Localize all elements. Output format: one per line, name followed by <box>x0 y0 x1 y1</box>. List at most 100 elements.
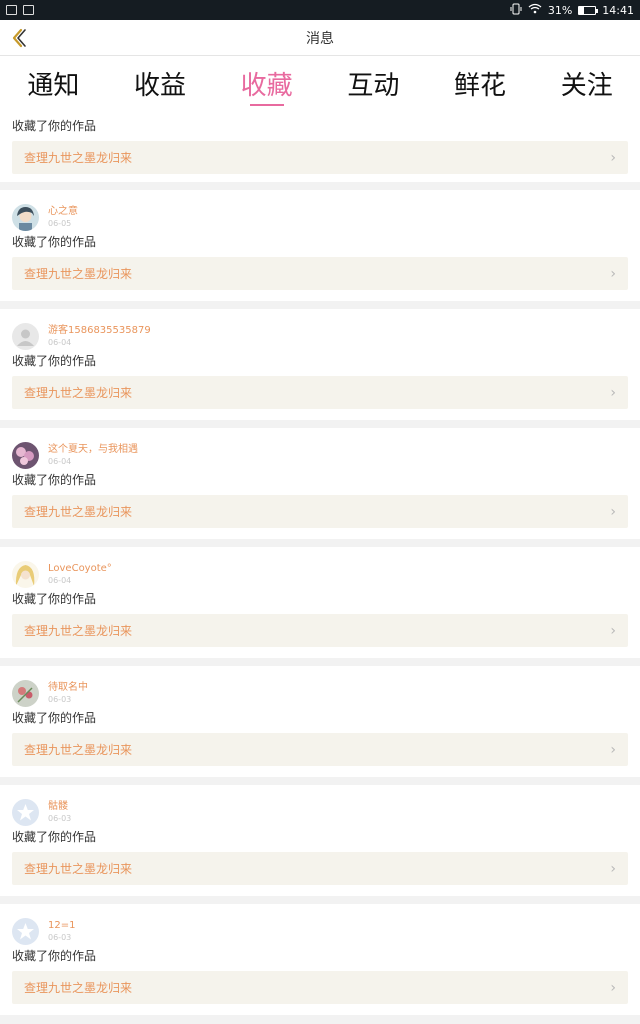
tab-label: 通知 <box>27 70 80 101</box>
tab-label: 互动 <box>347 70 400 101</box>
work-link[interactable]: 查理九世之墨龙归来 › <box>12 495 628 528</box>
username[interactable]: 心之意 <box>48 206 78 218</box>
message-list: 收藏了你的作品 查理九世之墨龙归来 › 心之意 06-05 收藏了你的作品 查理九世之… <box>0 110 640 1023</box>
clock: 14:41 <box>602 3 634 17</box>
avatar[interactable] <box>12 203 39 231</box>
action-text: 收藏了你的作品 <box>12 949 97 963</box>
user-info: 12=1 06-03 <box>48 920 75 943</box>
tab-4[interactable]: 鲜花 <box>427 56 534 110</box>
keyboard-icon <box>23 5 34 15</box>
chevron-right-icon: › <box>610 149 616 166</box>
date: 06-03 <box>48 813 72 823</box>
tab-bar: 通知 收益 收藏 互动 鲜花 关注 <box>0 56 640 110</box>
user-info: 骷髅 06-03 <box>48 801 71 824</box>
work-title: 查理九世之墨龙归来 <box>24 505 133 519</box>
work-title: 查理九世之墨龙归来 <box>24 267 133 281</box>
action-text: 收藏了你的作品 <box>12 354 97 368</box>
tab-0[interactable]: 通知 <box>0 56 107 110</box>
user-row[interactable]: LoveCoyote° 06-04 <box>12 547 628 589</box>
action-text: 收藏了你的作品 <box>12 473 97 487</box>
list-item: 12=1 06-03 收藏了你的作品查理九世之墨龙归来 › <box>0 904 640 1015</box>
tab-5[interactable]: 关注 <box>533 56 640 110</box>
work-link[interactable]: 查理九世之墨龙归来 › <box>12 614 628 647</box>
tab-label: 收益 <box>134 70 187 101</box>
action-text: 收藏了你的作品 <box>12 235 97 249</box>
action-text: 收藏了你的作品 <box>12 119 97 133</box>
user-row[interactable]: 这个夏天，与我相遇 06-04 <box>12 428 628 470</box>
work-link[interactable]: 查理九世之墨龙归来 › <box>12 257 628 290</box>
user-row[interactable]: 骷髅 06-03 <box>12 785 628 827</box>
user-row[interactable]: 游客1586835535879 06-04 <box>12 309 628 351</box>
work-title: 查理九世之墨龙归来 <box>24 151 133 165</box>
username[interactable]: 骷髅 <box>48 801 71 813</box>
username[interactable]: 游客1586835535879 <box>48 325 151 337</box>
user-info: 游客1586835535879 06-04 <box>48 325 151 348</box>
chevron-right-icon: › <box>610 384 616 401</box>
battery-percent: 31% <box>547 3 573 17</box>
tab-1[interactable]: 收益 <box>107 56 214 110</box>
user-info: 这个夏天，与我相遇 06-04 <box>48 444 138 467</box>
chevron-right-icon: › <box>610 265 616 282</box>
date: 06-03 <box>48 694 72 704</box>
username[interactable]: 12=1 <box>48 920 75 932</box>
chevron-right-icon: › <box>610 503 616 520</box>
work-link[interactable]: 查理九世之墨龙归来 › <box>12 852 628 885</box>
tab-label: 收藏 <box>240 70 293 101</box>
user-row[interactable]: 心之意 06-05 <box>12 190 628 232</box>
chevron-left-icon <box>12 28 26 48</box>
list-item: 游客1586835535879 06-04 收藏了你的作品查理九世之墨龙归来 › <box>0 309 640 420</box>
list-item: 待取名中 06-03 收藏了你的作品查理九世之墨龙归来 › <box>0 666 640 777</box>
tab-label: 鲜花 <box>454 70 507 101</box>
work-link[interactable]: 查理九世之墨龙归来 › <box>12 733 628 766</box>
work-title: 查理九世之墨龙归来 <box>24 981 133 995</box>
work-link[interactable]: 查理九世之墨龙归来 › <box>12 376 628 409</box>
gallery-icon <box>6 5 17 15</box>
avatar[interactable] <box>12 441 39 469</box>
tab-3[interactable]: 互动 <box>320 56 427 110</box>
date: 06-04 <box>48 337 72 347</box>
date: 06-04 <box>48 456 72 466</box>
back-button[interactable] <box>8 26 30 50</box>
user-info: 待取名中 06-03 <box>48 682 88 705</box>
user-info: 心之意 06-05 <box>48 206 78 229</box>
username[interactable]: 这个夏天，与我相遇 <box>48 444 138 456</box>
username[interactable]: 待取名中 <box>48 682 88 694</box>
page-title: 消息 <box>306 30 334 47</box>
list-item: 骷髅 06-03 收藏了你的作品查理九世之墨龙归来 › <box>0 785 640 896</box>
avatar[interactable] <box>12 798 39 826</box>
work-title: 查理九世之墨龙归来 <box>24 386 133 400</box>
list-item: 这个夏天，与我相遇 06-04 收藏了你的作品查理九世之墨龙归来 › <box>0 428 640 539</box>
tab-label: 关注 <box>560 70 613 101</box>
avatar[interactable] <box>12 679 39 707</box>
wifi-icon <box>528 3 542 17</box>
work-link[interactable]: 查理九世之墨龙归来 › <box>12 141 628 174</box>
list-item: 心之意 06-05 收藏了你的作品查理九世之墨龙归来 › <box>0 190 640 301</box>
avatar[interactable] <box>12 322 39 350</box>
chevron-right-icon: › <box>610 741 616 758</box>
vibrate-icon <box>510 3 522 18</box>
avatar[interactable] <box>12 560 39 588</box>
chevron-right-icon: › <box>610 979 616 996</box>
battery-icon <box>578 5 599 15</box>
work-title: 查理九世之墨龙归来 <box>24 862 133 876</box>
date: 06-04 <box>48 575 72 585</box>
status-bar: 31% 14:41 <box>0 0 640 20</box>
date: 06-05 <box>48 218 72 228</box>
list-item: 收藏了你的作品 查理九世之墨龙归来 › <box>0 110 640 182</box>
username[interactable]: LoveCoyote° <box>48 563 112 575</box>
user-row[interactable]: 12=1 06-03 <box>12 904 628 946</box>
action-text: 收藏了你的作品 <box>12 711 97 725</box>
work-title: 查理九世之墨龙归来 <box>24 743 133 757</box>
chevron-right-icon: › <box>610 860 616 877</box>
tab-2[interactable]: 收藏 <box>213 56 320 110</box>
date: 06-03 <box>48 932 72 942</box>
chevron-right-icon: › <box>610 622 616 639</box>
user-info: LoveCoyote° 06-04 <box>48 563 112 586</box>
list-item: LoveCoyote° 06-04 收藏了你的作品查理九世之墨龙归来 › <box>0 547 640 658</box>
action-text: 收藏了你的作品 <box>12 592 97 606</box>
action-text: 收藏了你的作品 <box>12 830 97 844</box>
avatar[interactable] <box>12 917 39 945</box>
user-row[interactable]: 待取名中 06-03 <box>12 666 628 708</box>
work-link[interactable]: 查理九世之墨龙归来 › <box>12 971 628 1004</box>
work-title: 查理九世之墨龙归来 <box>24 624 133 638</box>
